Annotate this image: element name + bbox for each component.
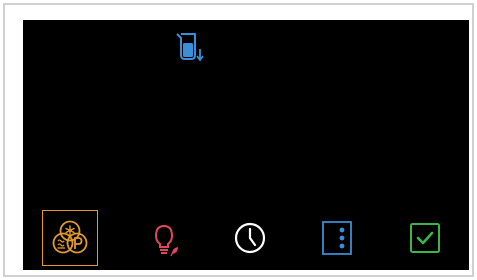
display-screen bbox=[23, 20, 469, 270]
vertical-dots-icon bbox=[322, 221, 352, 255]
lightbulb-leaf-icon bbox=[154, 224, 178, 257]
bottom-toolbar bbox=[23, 210, 469, 270]
checkbox-check-icon bbox=[410, 223, 440, 253]
bean-snowflake-p-icon bbox=[52, 220, 88, 254]
bean-mode-button[interactable] bbox=[42, 210, 98, 266]
light-eco-button[interactable] bbox=[136, 210, 192, 266]
timer-button[interactable] bbox=[222, 210, 278, 266]
device-frame bbox=[3, 3, 474, 277]
water-tank-empty-icon bbox=[173, 29, 213, 65]
clock-icon bbox=[234, 222, 266, 254]
confirm-button[interactable] bbox=[397, 210, 453, 266]
menu-button[interactable] bbox=[309, 210, 365, 266]
